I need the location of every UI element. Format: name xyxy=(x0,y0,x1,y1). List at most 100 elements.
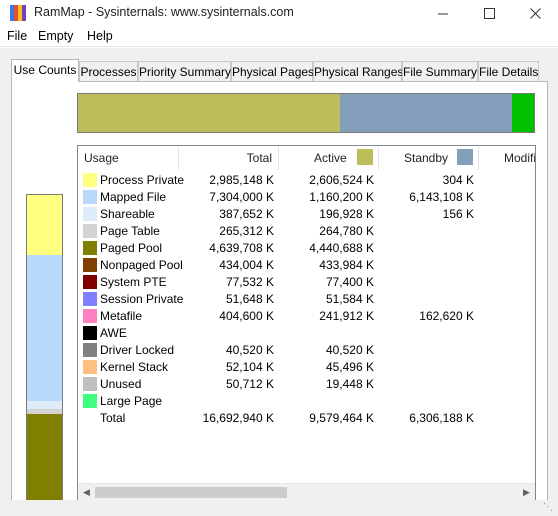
active-value: 241,912 K xyxy=(319,309,374,323)
table-row[interactable]: Page Table 265,312 K 264,780 K xyxy=(78,223,535,240)
usage-color-swatch xyxy=(83,292,97,306)
tab-processes[interactable]: Processes xyxy=(79,61,138,81)
status-bar: ⋱ xyxy=(0,500,558,516)
usage-bar-segment-mapped-file xyxy=(27,254,62,401)
header-standby-label: Standby xyxy=(404,151,449,165)
usage-label: Large Page xyxy=(100,394,163,408)
header-usage-label: Usage xyxy=(84,151,119,165)
usage-label: Page Table xyxy=(100,224,160,238)
table-row[interactable]: AWE xyxy=(78,325,535,342)
column-header-standby[interactable]: Standby xyxy=(379,146,479,170)
table-row[interactable]: Total 16,692,940 K 9,579,464 K 6,306,188 K 7… xyxy=(78,410,536,427)
scroll-right-icon[interactable]: ▶ xyxy=(518,484,535,500)
close-button[interactable] xyxy=(512,0,558,26)
standby-value: 304 K xyxy=(442,173,474,187)
usage-color-swatch xyxy=(83,394,97,408)
rammap-app-icon xyxy=(10,5,26,21)
table-row[interactable]: Paged Pool 4,639,708 K 4,440,688 K 19 xyxy=(78,240,535,257)
standby-value: 162,620 K xyxy=(419,309,474,323)
standby-color-swatch xyxy=(457,149,473,165)
usage-label: Driver Locked xyxy=(100,343,175,357)
overview-segment-modified xyxy=(512,94,534,132)
active-value: 433,984 K xyxy=(319,258,374,272)
usage-color-swatch xyxy=(83,309,97,323)
usage-label: Mapped File xyxy=(100,190,167,204)
table-row[interactable]: Shareable 387,652 K 196,928 K 156 K 19 xyxy=(78,206,536,223)
usage-label: Session Private xyxy=(100,292,184,306)
resize-grip-icon[interactable]: ⋱ xyxy=(543,502,555,514)
menu-help[interactable]: Help xyxy=(87,29,113,43)
tab-physical-pages[interactable]: Physical Pages xyxy=(231,61,314,81)
usage-label: System PTE xyxy=(100,275,167,289)
usage-table[interactable]: Usage Total Active Standby Modifie Proce… xyxy=(77,145,536,501)
usage-color-swatch xyxy=(83,224,97,238)
column-header-usage[interactable]: Usage xyxy=(78,146,179,170)
total-value: 52,104 K xyxy=(225,360,274,374)
table-row[interactable]: Metafile 404,600 K 241,912 K 162,620 K xyxy=(78,308,535,325)
horizontal-scrollbar[interactable]: ◀ ▶ xyxy=(78,483,535,500)
overview-segment-standby xyxy=(339,94,513,132)
tab-file-details[interactable]: File Details xyxy=(478,61,539,81)
maximize-button[interactable] xyxy=(466,0,512,26)
usage-label: Kernel Stack xyxy=(100,360,169,374)
menu-bar: File Empty Help xyxy=(0,26,558,47)
tab-priority-summary[interactable]: Priority Summary xyxy=(138,61,231,81)
usage-label: Shareable xyxy=(100,207,155,221)
usage-label: Unused xyxy=(100,377,142,391)
table-row[interactable]: Mapped File 7,304,000 K 1,160,200 K 6,143,1… xyxy=(78,189,535,206)
column-header-modified[interactable]: Modifie xyxy=(479,146,535,170)
total-value: 51,648 K xyxy=(225,292,274,306)
modified-value: 77 xyxy=(479,411,536,425)
modified-value: 37 xyxy=(479,173,536,187)
tab-use-counts[interactable]: Use Counts xyxy=(11,59,79,82)
header-total-label: Total xyxy=(246,151,272,165)
total-value: 50,712 K xyxy=(225,377,274,391)
active-value: 2,606,524 K xyxy=(309,173,374,187)
menu-empty[interactable]: Empty xyxy=(38,29,73,43)
usage-label: Paged Pool xyxy=(100,241,163,255)
column-header-active[interactable]: Active xyxy=(279,146,379,170)
usage-label: Total xyxy=(100,411,126,425)
table-row[interactable]: Nonpaged Pool 434,004 K 433,984 K xyxy=(78,257,535,274)
usage-color-swatch xyxy=(83,241,97,255)
table-row[interactable]: Large Page xyxy=(78,393,535,410)
usage-color-swatch xyxy=(83,326,97,340)
total-value: 434,004 K xyxy=(219,258,274,272)
table-row[interactable]: Session Private 51,648 K 51,584 K xyxy=(78,291,535,308)
table-row[interactable]: Unused 50,712 K 19,448 K xyxy=(78,376,535,393)
title-bar[interactable]: RamMap - Sysinternals: www.sysinternals.… xyxy=(0,0,558,26)
menu-file[interactable]: File xyxy=(7,29,27,43)
minimize-button[interactable] xyxy=(420,0,466,26)
minimize-icon xyxy=(437,13,448,14)
table-row[interactable]: System PTE 77,532 K 77,400 K xyxy=(78,274,535,291)
total-value: 387,652 K xyxy=(219,207,274,221)
total-value: 4,639,708 K xyxy=(209,241,274,255)
standby-value: 6,143,108 K xyxy=(409,190,474,204)
overview-segment-active xyxy=(78,94,340,132)
total-value: 77,532 K xyxy=(225,275,274,289)
total-value: 40,520 K xyxy=(225,343,274,357)
active-value: 40,520 K xyxy=(325,343,374,357)
tab-physical-ranges[interactable]: Physical Ranges xyxy=(313,61,403,81)
scroll-left-icon[interactable]: ◀ xyxy=(78,484,95,500)
usage-bar-segment-paged-pool xyxy=(27,413,62,507)
table-row[interactable]: Kernel Stack 52,104 K 45,496 K xyxy=(78,359,535,376)
usage-bar-segment-shareable xyxy=(27,400,62,409)
standby-value: 156 K xyxy=(442,207,474,221)
usage-color-swatch xyxy=(83,377,97,391)
usage-color-swatch xyxy=(83,173,97,187)
active-value: 264,780 K xyxy=(319,224,374,238)
usage-label: Process Private xyxy=(100,173,185,187)
modified-value: 19 xyxy=(479,207,536,221)
tab-file-summary[interactable]: File Summary xyxy=(402,61,478,81)
table-row[interactable]: Process Private 2,985,148 K 2,606,524 K 304… xyxy=(78,172,536,189)
scrollbar-thumb[interactable] xyxy=(95,487,287,498)
close-icon xyxy=(529,7,541,19)
table-row[interactable]: Driver Locked 40,520 K 40,520 K xyxy=(78,342,535,359)
usage-label: Metafile xyxy=(100,309,143,323)
active-color-swatch xyxy=(357,149,373,165)
usage-color-swatch xyxy=(83,360,97,374)
window-title: RamMap - Sysinternals: www.sysinternals.… xyxy=(34,5,294,19)
usage-color-swatch xyxy=(83,190,97,204)
column-header-total[interactable]: Total xyxy=(179,146,279,170)
